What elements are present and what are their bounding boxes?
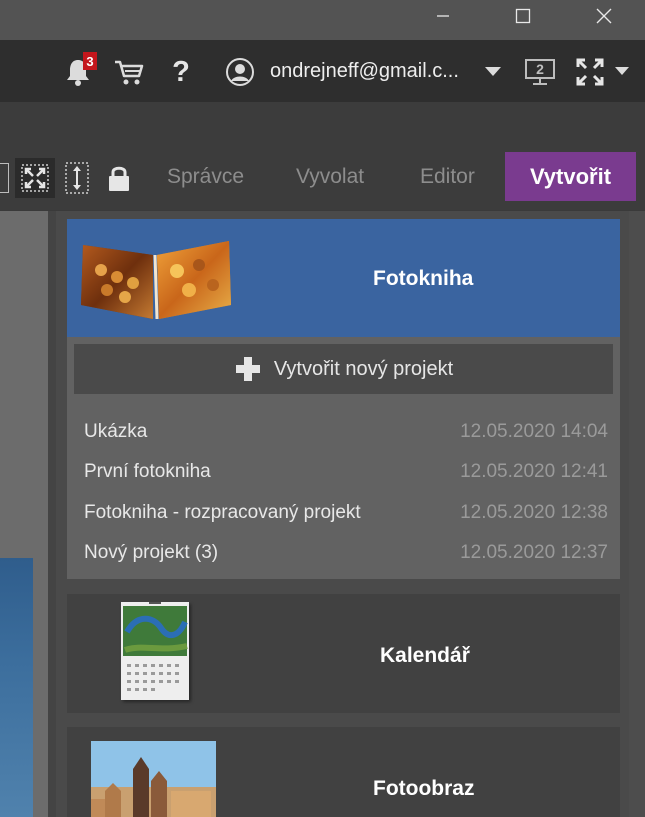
fullscreen-button[interactable] — [576, 58, 604, 86]
calendar-card[interactable]: Kalendář — [67, 594, 620, 713]
lock-button[interactable] — [107, 163, 131, 193]
calendar-thumbnail — [121, 602, 189, 700]
fit-view-button[interactable] — [15, 158, 55, 198]
photobook-thumbnail — [79, 235, 231, 321]
calendar-title: Kalendář — [380, 644, 470, 667]
canvas-card[interactable]: Fotoobraz — [67, 727, 620, 817]
help-icon: ? — [172, 55, 190, 88]
new-project-button[interactable]: Vytvořit nový projekt — [74, 344, 613, 394]
project-name[interactable]: Nový projekt (3) — [84, 542, 218, 564]
fullscreen-icon — [576, 58, 604, 86]
project-date: 12.05.2020 12:38 — [460, 502, 608, 523]
tab-spravce[interactable]: Správce — [167, 152, 244, 202]
account-email[interactable]: ondrejneff@gmail.c... — [270, 60, 482, 86]
tab-editor[interactable]: Editor — [420, 152, 475, 202]
fit-height-icon — [65, 162, 89, 194]
user-icon — [226, 58, 254, 86]
notification-badge: 3 — [83, 52, 97, 70]
preview-photo — [0, 558, 33, 817]
photobook-card-header[interactable]: Fotokniha — [67, 219, 620, 337]
create-panel-scrollbar[interactable] — [629, 211, 645, 817]
notifications-button[interactable]: 3 — [62, 52, 97, 89]
project-date: 12.05.2020 12:37 — [460, 542, 608, 563]
tab-vyvolat[interactable]: Vyvolat — [296, 152, 364, 202]
minimize-button[interactable] — [420, 0, 466, 32]
caret-down-icon — [615, 67, 629, 75]
canvas-thumbnail — [91, 741, 216, 817]
window-titlebar — [0, 0, 645, 40]
maximize-icon — [515, 8, 531, 24]
expand-icon — [21, 164, 49, 192]
toolbar-spacer — [0, 102, 645, 152]
fullscreen-menu-button[interactable] — [614, 64, 630, 78]
project-name[interactable]: Fotokniha - rozpracovaný projekt — [84, 502, 361, 524]
canvas-title: Fotoobraz — [373, 777, 475, 800]
panel-divider[interactable] — [48, 211, 56, 817]
cart-icon — [115, 60, 144, 85]
help-button[interactable]: ? — [168, 56, 194, 88]
new-project-label: Vytvořit nový projekt — [273, 357, 454, 380]
layout-toggle-button[interactable] — [0, 163, 9, 193]
close-icon — [596, 8, 612, 24]
cart-button[interactable] — [113, 57, 145, 87]
account-avatar-button[interactable] — [225, 57, 255, 87]
plus-icon — [235, 357, 260, 381]
monitor-number: 2 — [536, 61, 544, 77]
account-menu-button[interactable] — [484, 64, 502, 78]
caret-down-icon — [485, 67, 501, 76]
fit-height-button[interactable] — [63, 160, 91, 196]
minimize-icon — [437, 15, 449, 17]
photobook-title: Fotokniha — [373, 267, 474, 290]
project-date: 12.05.2020 12:41 — [460, 461, 608, 482]
project-name[interactable]: Ukázka — [84, 421, 147, 443]
second-monitor-button[interactable]: 2 — [524, 57, 556, 87]
project-name[interactable]: První fotokniha — [84, 461, 211, 483]
close-button[interactable] — [581, 0, 627, 32]
tab-vytvorit[interactable]: Vytvořit — [505, 152, 636, 201]
lock-icon — [109, 166, 129, 191]
project-date: 12.05.2020 14:04 — [460, 421, 608, 442]
maximize-button[interactable] — [500, 0, 546, 32]
